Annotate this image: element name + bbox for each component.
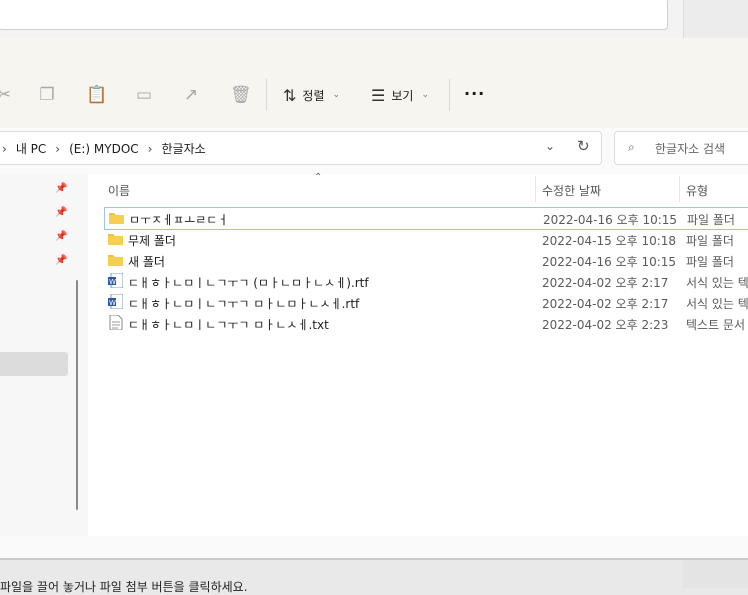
top-input-area[interactable] (0, 0, 668, 30)
file-name: ㄷㅐㅎㅏㄴㅁㅣㄴㄱㅜㄱ (ㅁㅏㄴㅁㅏㄴㅅㅔ).rtf (128, 276, 369, 290)
pin-icon[interactable]: 📌 (55, 255, 67, 266)
file-name: 무제 폴더 (128, 234, 176, 248)
folder-icon (108, 234, 123, 245)
rename-icon[interactable]: ▭ (134, 85, 154, 105)
delete-icon[interactable]: 🗑 (230, 85, 252, 105)
column-header-name[interactable]: 이름 (108, 182, 130, 199)
file-name: ㄷㅐㅎㅏㄴㅁㅣㄴㄱㅜㄱ ㅁㅏㄴㅁㅏㄴㅅㅔ.rtf (128, 297, 360, 311)
file-type: 파일 폴더 (686, 255, 734, 269)
text-document-icon (109, 315, 123, 330)
file-date: 2022-04-16 오후 10:15 (543, 213, 678, 227)
chevron-down-icon: ⌄ (421, 90, 429, 100)
view-label: 보기 (391, 88, 414, 103)
chevron-right-icon: › (2, 141, 7, 156)
share-icon[interactable]: ↗ (181, 85, 201, 105)
search-placeholder[interactable]: 한글자소 검색 (655, 140, 725, 157)
pin-icon[interactable]: 📌 (55, 207, 67, 218)
word-document-icon: W (108, 294, 123, 309)
right-panel-strip (683, 0, 748, 38)
file-row[interactable]: 새 폴더 2022-04-16 오후 10:15 파일 폴더 (104, 250, 748, 271)
sort-icon: ⇅ (283, 85, 297, 105)
file-type: 텍스트 문서 (686, 318, 746, 332)
nav-scrollbar[interactable] (76, 280, 78, 510)
file-type: 서식 있는 텍 (686, 276, 748, 290)
search-icon: ⌕ (628, 140, 635, 154)
chevron-down-icon: ⌄ (332, 90, 341, 100)
column-divider[interactable] (679, 176, 680, 202)
file-date: 2022-04-02 오후 2:17 (542, 297, 669, 311)
pin-icon[interactable]: 📌 (55, 183, 67, 194)
file-row[interactable]: W ㄷㅐㅎㅏㄴㅁㅣㄴㄱㅜㄱ (ㅁㅏㄴㅁㅏㄴㅅㅔ).rtf 2022-04-02 … (104, 271, 748, 292)
paste-icon[interactable]: 📋 (86, 85, 107, 105)
word-document-icon: W (108, 273, 123, 288)
sort-button[interactable]: ⇅ 정렬 ⌄ (283, 84, 340, 106)
breadcrumb-item[interactable]: (E:) MYDOC (69, 142, 139, 156)
nav-selected-item[interactable] (0, 352, 68, 376)
file-type: 파일 폴더 (686, 234, 734, 248)
file-date: 2022-04-02 오후 2:23 (542, 318, 669, 332)
file-type: 파일 폴더 (687, 213, 735, 227)
svg-text:W: W (109, 278, 116, 286)
toolbar-separator (449, 79, 450, 111)
file-name: ㅁㅜㅈㅔㅍㅗㄹㄷㅓ (129, 213, 229, 227)
breadcrumb-item[interactable]: 한글자소 (161, 140, 205, 157)
toolbar-separator (266, 79, 267, 111)
command-bar (0, 38, 748, 128)
status-message: 파일을 끌어 놓거나 파일 첨부 버튼을 클릭하세요. (0, 580, 248, 594)
pin-icon[interactable]: 📌 (55, 231, 67, 242)
cut-icon[interactable]: ✂ (0, 85, 14, 105)
file-type: 서식 있는 텍 (686, 297, 748, 311)
file-name: ㄷㅐㅎㅏㄴㅁㅣㄴㄱㅜㄱ ㅁㅏㄴㅅㅔ.txt (128, 318, 329, 332)
file-row[interactable]: ㅁㅜㅈㅔㅍㅗㄹㄷㅓ 2022-04-16 오후 10:15 파일 폴더 (104, 207, 748, 230)
refresh-icon[interactable]: ↻ (577, 137, 590, 155)
view-icon: ☰ (371, 85, 386, 105)
svg-text:W: W (109, 299, 116, 307)
file-date: 2022-04-02 오후 2:17 (542, 276, 669, 290)
window-bottom-edge (0, 558, 748, 560)
column-header-date[interactable]: 수정한 날짜 (542, 182, 601, 199)
file-date: 2022-04-16 오후 10:15 (542, 255, 677, 269)
column-divider[interactable] (535, 176, 536, 202)
chevron-right-icon: › (147, 141, 153, 156)
more-options-button[interactable]: ··· (464, 84, 485, 103)
sort-label: 정렬 (302, 88, 325, 103)
copy-icon[interactable]: ❐ (37, 85, 57, 105)
breadcrumb-item[interactable]: 내 PC (16, 140, 46, 157)
sort-ascending-icon: ⌃ (314, 172, 323, 183)
breadcrumb: › 내 PC › (E:) MYDOC › 한글자소 (0, 140, 206, 157)
file-row[interactable]: 무제 폴더 2022-04-15 오후 10:18 파일 폴더 (104, 229, 748, 250)
file-row[interactable]: ㄷㅐㅎㅏㄴㅁㅣㄴㄱㅜㄱ ㅁㅏㄴㅅㅔ.txt 2022-04-02 오후 2:23… (104, 313, 748, 334)
view-button[interactable]: ☰ 보기 ⌄ (371, 84, 429, 106)
address-dropdown-icon[interactable]: ⌄ (545, 139, 555, 153)
folder-icon (109, 213, 124, 224)
chevron-right-icon: › (55, 141, 61, 156)
file-name: 새 폴더 (128, 255, 165, 269)
file-date: 2022-04-15 오후 10:18 (542, 234, 677, 248)
file-row[interactable]: W ㄷㅐㅎㅏㄴㅁㅣㄴㄱㅜㄱ ㅁㅏㄴㅁㅏㄴㅅㅔ.rtf 2022-04-02 오후… (104, 292, 748, 313)
folder-icon (108, 255, 123, 266)
bottom-right-strip (683, 560, 748, 588)
column-header-type[interactable]: 유형 (686, 182, 708, 199)
